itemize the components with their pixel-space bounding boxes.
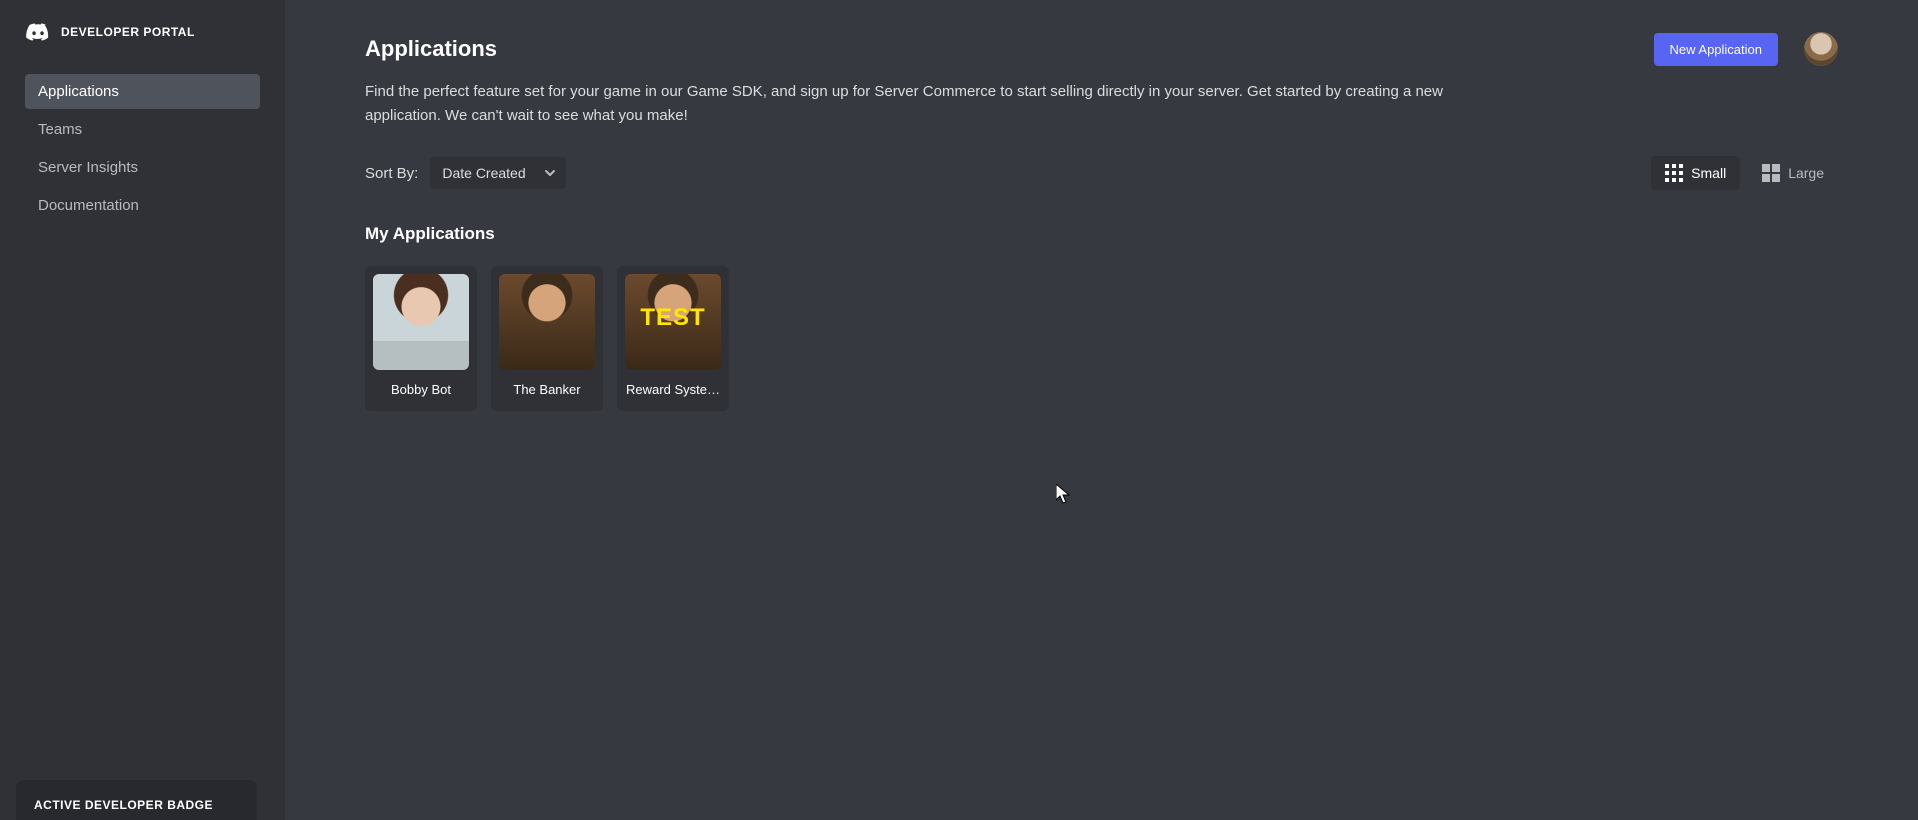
sidebar-item-teams[interactable]: Teams: [25, 112, 260, 147]
main-content: Applications New Application Find the pe…: [285, 0, 1918, 820]
view-large-button[interactable]: Large: [1748, 156, 1838, 190]
sort-select-value: Date Created: [442, 165, 525, 181]
page-title: Applications: [365, 36, 1654, 62]
grid-large-icon: [1762, 164, 1780, 182]
sidebar-item-label: Applications: [38, 83, 119, 100]
sidebar-item-applications[interactable]: Applications: [25, 74, 260, 109]
app-name: Reward Syste…: [625, 382, 721, 397]
view-large-label: Large: [1788, 165, 1824, 181]
view-toggles: Small Large: [1651, 156, 1838, 190]
app-thumbnail: [373, 274, 469, 370]
sort-row: Sort By: Date Created: [365, 156, 1838, 190]
view-small-button[interactable]: Small: [1651, 156, 1740, 190]
intro-text: Find the perfect feature set for your ga…: [365, 80, 1495, 128]
sidebar-nav: Applications Teams Server Insights Docum…: [0, 74, 285, 223]
header-left: Applications: [365, 36, 1654, 62]
app-card-the-banker[interactable]: The Banker: [491, 266, 603, 411]
chevron-down-icon: [544, 167, 556, 179]
active-developer-badge-card[interactable]: ACTIVE DEVELOPER BADGE: [16, 780, 257, 820]
app-name: The Banker: [499, 382, 595, 397]
app-card-bobby-bot[interactable]: Bobby Bot: [365, 266, 477, 411]
new-application-button[interactable]: New Application: [1654, 33, 1779, 66]
badge-card-title: ACTIVE DEVELOPER BADGE: [34, 798, 239, 812]
user-avatar[interactable]: [1804, 32, 1838, 66]
section-title: My Applications: [365, 224, 1838, 244]
app-card-reward-system[interactable]: Reward Syste…: [617, 266, 729, 411]
header-row: Applications New Application: [365, 32, 1838, 66]
grid-small-icon: [1665, 164, 1683, 182]
sidebar-item-label: Server Insights: [38, 159, 138, 176]
app-name: Bobby Bot: [373, 382, 469, 397]
discord-logo-icon: [25, 22, 51, 42]
header-actions: New Application: [1654, 32, 1839, 66]
sort-left: Sort By: Date Created: [365, 157, 566, 189]
sidebar-item-label: Teams: [38, 121, 82, 138]
sidebar-item-label: Documentation: [38, 197, 139, 214]
cursor-icon: [1056, 484, 1070, 504]
app-thumbnail: [499, 274, 595, 370]
brand-title: DEVELOPER PORTAL: [61, 25, 195, 39]
applications-grid: Bobby Bot The Banker Reward Syste…: [365, 266, 1838, 411]
sidebar-item-server-insights[interactable]: Server Insights: [25, 150, 260, 185]
sidebar: DEVELOPER PORTAL Applications Teams Serv…: [0, 0, 285, 820]
view-small-label: Small: [1691, 165, 1726, 181]
sort-select[interactable]: Date Created: [430, 157, 566, 189]
sort-label: Sort By:: [365, 165, 418, 182]
sidebar-item-documentation[interactable]: Documentation: [25, 188, 260, 223]
app-thumbnail: [625, 274, 721, 370]
brand: DEVELOPER PORTAL: [0, 0, 285, 74]
